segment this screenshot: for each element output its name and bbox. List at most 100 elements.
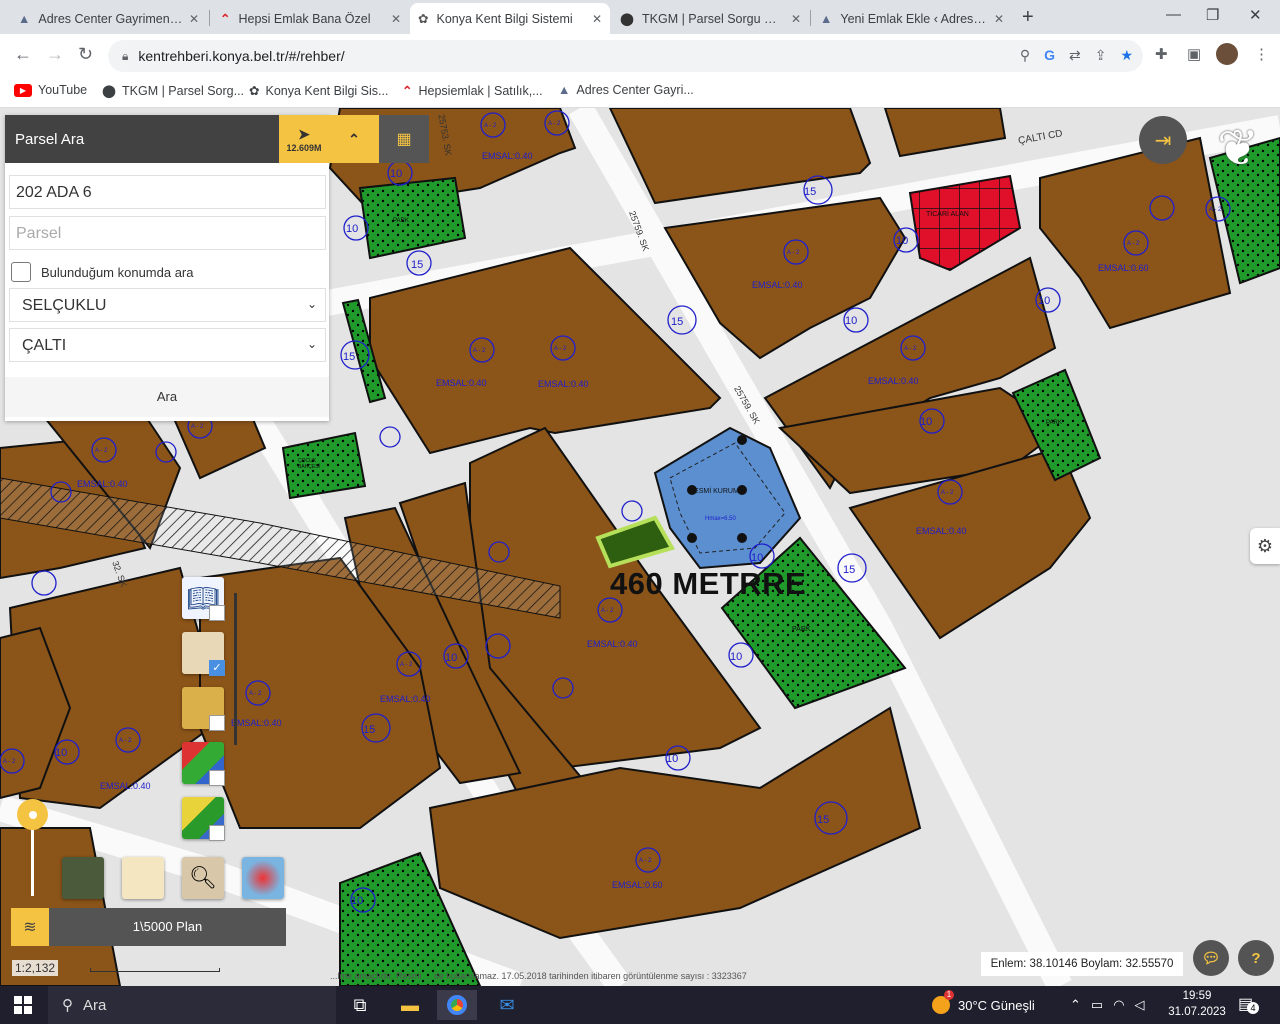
locate-button[interactable]: ➤ 12.609M bbox=[279, 115, 329, 163]
file-explorer-icon[interactable]: ▬ bbox=[390, 990, 430, 1020]
clock[interactable]: 19:59 31.07.2023 bbox=[1168, 988, 1226, 1020]
login-icon: ⇥ bbox=[1154, 129, 1172, 152]
checkbox-box[interactable] bbox=[11, 262, 31, 282]
footer-note: ...lme amaçlıdır. Resmi ... de kullanıla… bbox=[330, 971, 747, 981]
adres-icon: ▲ bbox=[558, 83, 571, 97]
location-search-checkbox[interactable]: Bulunduğum konumda ara bbox=[11, 262, 194, 282]
layer-checkbox[interactable] bbox=[209, 770, 225, 786]
restore-icon[interactable]: ❐ bbox=[1206, 6, 1219, 24]
extensions-icon[interactable]: ✚ bbox=[1155, 45, 1168, 63]
close-icon[interactable]: ✕ bbox=[391, 12, 401, 26]
sidepanel-icon[interactable]: ▣ bbox=[1187, 45, 1201, 63]
notification-button[interactable]: ▤ 4 bbox=[1238, 994, 1259, 1014]
tab-konya-kent[interactable]: ✿ Konya Kent Bilgi Sistemi ✕ bbox=[410, 3, 610, 34]
active-layer-bar[interactable]: ≋ 1\5000 Plan bbox=[11, 908, 286, 946]
layer-scrollbar[interactable] bbox=[234, 593, 237, 745]
start-button[interactable] bbox=[14, 996, 32, 1014]
location-pin-icon: ⬤ bbox=[102, 84, 116, 98]
bookmark-tkgm[interactable]: ⬤ TKGM | Parsel Sorg... bbox=[102, 83, 244, 99]
park-label: PARK bbox=[1046, 420, 1062, 426]
svg-text:10: 10 bbox=[845, 315, 857, 327]
chat-button[interactable]: 💬︎ bbox=[1193, 940, 1229, 976]
layer-checkbox-checked[interactable]: ✓ bbox=[209, 660, 225, 676]
taskbar-search[interactable]: ⚲ Ara bbox=[48, 986, 336, 1024]
browser-tab-strip: ▲ Adres Center Gayrimenkul ✕ ⌃ Hepsi Eml… bbox=[0, 0, 1280, 34]
tab-hepsi-emlak[interactable]: ⌃ Hepsi Emlak Bana Özel ✕ bbox=[212, 3, 409, 34]
tab-adres-center[interactable]: ▲ Adres Center Gayrimenkul ✕ bbox=[10, 3, 207, 34]
svg-text:A - 2: A - 2 bbox=[601, 608, 614, 614]
neighborhood-select[interactable]: ÇALTI ⌄ bbox=[9, 328, 326, 362]
speaker-icon: ◁ bbox=[1134, 997, 1145, 1012]
bookmark-adres[interactable]: ▲ Adres Center Gayri... bbox=[558, 83, 694, 97]
tab-tkgm[interactable]: ⬤ TKGM | Parsel Sorgu Uygu ✕ bbox=[612, 3, 809, 34]
svg-text:A - 2: A - 2 bbox=[639, 858, 652, 864]
svg-text:A - 2: A - 2 bbox=[787, 250, 800, 256]
emsal-label: EMSAL:0.40 bbox=[380, 694, 431, 704]
youtube-icon: ▶ bbox=[14, 83, 32, 97]
layers-icon[interactable]: ≋ bbox=[11, 908, 49, 946]
svg-text:10: 10 bbox=[896, 235, 908, 247]
svg-text:10: 10 bbox=[1038, 295, 1050, 307]
address-bar[interactable]: 🔒︎ kentrehberi.konya.bel.tr/#/rehber/ ⚲ … bbox=[108, 40, 1143, 72]
login-button[interactable]: ⇥ bbox=[1139, 116, 1187, 164]
new-tab-button[interactable]: + bbox=[1022, 6, 1034, 29]
bookmark-youtube[interactable]: ▶ YouTube bbox=[14, 83, 87, 97]
collapse-button[interactable]: ⌃ bbox=[329, 115, 379, 163]
forward-icon[interactable]: → bbox=[46, 44, 64, 65]
back-icon[interactable]: ← bbox=[14, 44, 32, 65]
basemap-heatmap[interactable] bbox=[242, 857, 284, 899]
avatar[interactable] bbox=[1216, 43, 1238, 65]
translate-icon[interactable]: ⇄ bbox=[1069, 47, 1081, 64]
bookmark-label: YouTube bbox=[38, 83, 88, 97]
bookmark-star-icon[interactable]: ★ bbox=[1120, 47, 1133, 64]
close-icon[interactable]: ✕ bbox=[994, 12, 1004, 26]
search-button[interactable]: Ara bbox=[5, 377, 329, 417]
basemap-search[interactable]: 🔍︎ bbox=[182, 857, 224, 899]
navigation-arrow-icon: ➤ bbox=[298, 125, 310, 142]
task-view-icon[interactable]: ⧉ bbox=[340, 990, 380, 1020]
sun-icon: 1 bbox=[932, 990, 954, 1014]
weather-text: 30°C Güneşli bbox=[958, 997, 1035, 1013]
reload-icon[interactable]: ↻ bbox=[78, 44, 93, 65]
grid-button[interactable]: ▦ bbox=[379, 115, 429, 163]
close-icon[interactable]: ✕ bbox=[791, 12, 801, 26]
tab-yeni-emlak[interactable]: ▲ Yeni Emlak Ekle ‹ Adres Ce ✕ bbox=[812, 3, 1012, 34]
basemap-plan[interactable] bbox=[122, 857, 164, 899]
minimize-icon[interactable]: — bbox=[1166, 6, 1181, 23]
bookmark-hepsiemlak[interactable]: ⌃ Hepsiemlak | Satılık,... bbox=[402, 83, 543, 99]
hepsiemlak-icon: ⌃ bbox=[220, 12, 231, 26]
opacity-slider-knob[interactable] bbox=[17, 799, 48, 830]
bookmark-label: Hepsiemlak | Satılık,... bbox=[418, 83, 543, 98]
svg-text:15: 15 bbox=[363, 724, 375, 736]
notification-count: 4 bbox=[1247, 1002, 1259, 1014]
park-label: PARK bbox=[792, 626, 811, 633]
svg-text:A - 2: A - 2 bbox=[191, 424, 204, 430]
parsel-input[interactable]: Parsel bbox=[9, 216, 326, 250]
district-value: SELÇUKLU bbox=[22, 297, 107, 314]
parsel-search-panel: Parsel Ara ➤ 12.609M ⌃ ▦ 202 ADA 6 Parse… bbox=[5, 115, 429, 421]
ada-input[interactable]: 202 ADA 6 bbox=[9, 175, 326, 209]
close-icon[interactable]: ✕ bbox=[189, 12, 199, 26]
ticari-label: TİCARİ ALAN bbox=[926, 211, 969, 218]
chevron-up-icon: ⌃ bbox=[1070, 997, 1081, 1012]
share-icon[interactable]: ⇪ bbox=[1095, 47, 1107, 64]
weather-widget[interactable]: 1 30°C Güneşli bbox=[932, 986, 1035, 1024]
layer-checkbox[interactable] bbox=[209, 715, 225, 731]
system-tray-icons[interactable]: ⌃ ▭ ◠ ◁ bbox=[1070, 986, 1145, 1024]
settings-button[interactable]: ⚙ bbox=[1250, 528, 1280, 564]
mail-icon[interactable]: ✉ bbox=[487, 990, 527, 1020]
district-select[interactable]: SELÇUKLU ⌄ bbox=[9, 288, 326, 322]
bookmark-konya[interactable]: ✿ Konya Kent Bilgi Sis... bbox=[249, 83, 388, 99]
svg-text:10: 10 bbox=[666, 753, 678, 765]
layer-checkbox[interactable] bbox=[209, 605, 225, 621]
location-icon[interactable]: ⚲ bbox=[1020, 47, 1030, 64]
menu-icon[interactable]: ⋮ bbox=[1254, 45, 1269, 63]
google-icon[interactable]: G bbox=[1044, 47, 1055, 64]
basemap-satellite[interactable] bbox=[62, 857, 104, 899]
chrome-icon[interactable] bbox=[437, 990, 477, 1020]
close-window-icon[interactable]: ✕ bbox=[1249, 6, 1262, 24]
help-button[interactable]: ? bbox=[1238, 940, 1274, 976]
layer-checkbox[interactable] bbox=[209, 825, 225, 841]
svg-text:15: 15 bbox=[671, 316, 683, 328]
close-icon[interactable]: ✕ bbox=[592, 12, 602, 26]
